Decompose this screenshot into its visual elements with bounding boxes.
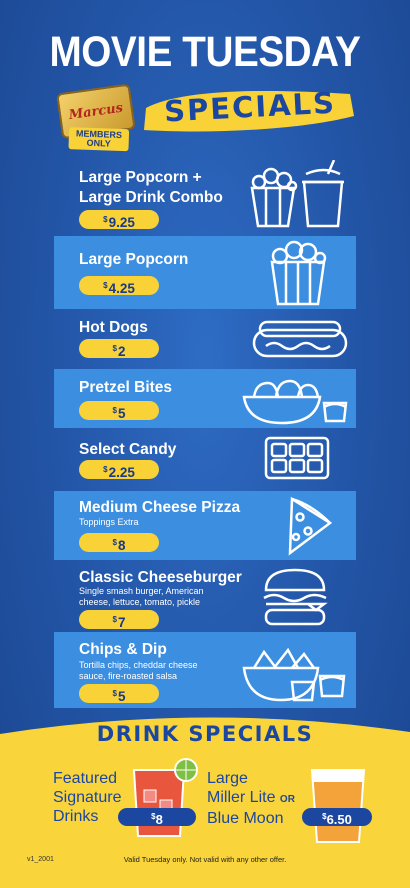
- item-name: Large Popcorn +: [79, 169, 202, 186]
- item-name-line2: Large Drink Combo: [79, 189, 223, 206]
- price-value: 5: [117, 689, 126, 704]
- item-description-line2: sauce, fire-roasted salsa: [79, 671, 178, 681]
- drink-right-line3: Blue Moon: [207, 810, 284, 827]
- item-description-line2: cheese, lettuce, tomato, pickle: [79, 597, 201, 607]
- item-description: Toppings Extra: [79, 517, 139, 527]
- pretzel-bites-icon: [240, 371, 352, 427]
- popcorn-bucket-icon: [268, 240, 328, 308]
- beer-price: $6.50: [302, 808, 372, 827]
- drink-left-line3: Drinks: [53, 808, 99, 825]
- price-value: 2: [117, 344, 126, 359]
- members-only-label: MEMBERS ONLY: [68, 127, 130, 152]
- cocktail-glass-icon: [130, 756, 200, 842]
- item-name: Chips & Dip: [79, 641, 167, 658]
- price-tag: $7: [79, 610, 159, 630]
- pizza-slice-icon: [274, 495, 334, 557]
- menu-item-combo: Large Popcorn + Large Drink Combo $9.25: [54, 160, 356, 230]
- signature-drinks-label: Featured Signature Drinks: [53, 769, 122, 826]
- price-tag: $2.25: [79, 460, 159, 480]
- item-name: Pretzel Bites: [79, 379, 173, 396]
- beer-glass-icon: [308, 766, 368, 846]
- price-tag: $4.25: [79, 276, 159, 296]
- item-name: Classic Cheeseburger: [79, 569, 242, 586]
- item-description: Single smash burger, American: [79, 586, 204, 596]
- menu-item-hot-dogs: Hot Dogs $2: [54, 312, 356, 362]
- beer-label: Large Miller Lite OR Blue Moon: [207, 769, 295, 828]
- hot-dog-icon: [250, 316, 350, 368]
- page-title: MOVIE TUESDAY: [49, 28, 361, 76]
- menu-item-cheese-pizza: Medium Cheese Pizza Toppings Extra $8: [54, 491, 356, 560]
- price-value: 7: [117, 615, 126, 630]
- item-description: Tortilla chips, cheddar cheese: [79, 660, 198, 670]
- chips-dip-icon: [240, 646, 350, 706]
- price-tag: $5: [79, 401, 159, 421]
- drink-left-line2: Signature: [53, 789, 122, 806]
- item-name: Select Candy: [79, 441, 177, 458]
- item-name: Hot Dogs: [79, 319, 148, 336]
- price-value: 6.50: [326, 812, 352, 827]
- version-code: v1_2001: [27, 856, 54, 863]
- item-name: Large Popcorn: [79, 251, 189, 268]
- menu-item-large-popcorn: Large Popcorn $4.25: [54, 236, 356, 309]
- menu-item-select-candy: Select Candy $2.25: [54, 434, 356, 486]
- members-only-badge: Marcus MEMBERS ONLY: [56, 83, 142, 155]
- price-tag: $8: [79, 533, 159, 553]
- menu-item-chips-dip: Chips & Dip Tortilla chips, cheddar chee…: [54, 632, 356, 708]
- price-value: 9.25: [108, 215, 135, 230]
- price-value: 8: [155, 812, 163, 827]
- menu-item-cheeseburger: Classic Cheeseburger Single smash burger…: [54, 564, 356, 630]
- menu-item-pretzel-bites: Pretzel Bites $5: [54, 369, 356, 428]
- cheeseburger-icon: [260, 566, 330, 628]
- popcorn-drink-combo-icon: [244, 160, 354, 230]
- price-tag: $9.25: [79, 210, 159, 230]
- candy-bar-icon: [262, 434, 332, 482]
- drink-right-line2: Miller Lite: [207, 789, 276, 806]
- price-value: 8: [117, 538, 126, 553]
- drink-right-line1: Large: [207, 770, 248, 787]
- drink-specials-heading: DRINK SPECIALS: [96, 722, 314, 746]
- drink-right-or: OR: [279, 794, 295, 805]
- price-tag: $5: [79, 684, 159, 704]
- offer-disclaimer: Valid Tuesday only. Not valid with any o…: [123, 855, 287, 864]
- price-value: 5: [117, 406, 126, 421]
- price-value: 2.25: [108, 465, 135, 480]
- signature-drinks-price: $8: [118, 808, 196, 827]
- price-value: 4.25: [108, 281, 135, 296]
- drink-left-line1: Featured: [53, 770, 118, 787]
- price-tag: $2: [79, 339, 159, 359]
- item-name: Medium Cheese Pizza: [79, 499, 241, 516]
